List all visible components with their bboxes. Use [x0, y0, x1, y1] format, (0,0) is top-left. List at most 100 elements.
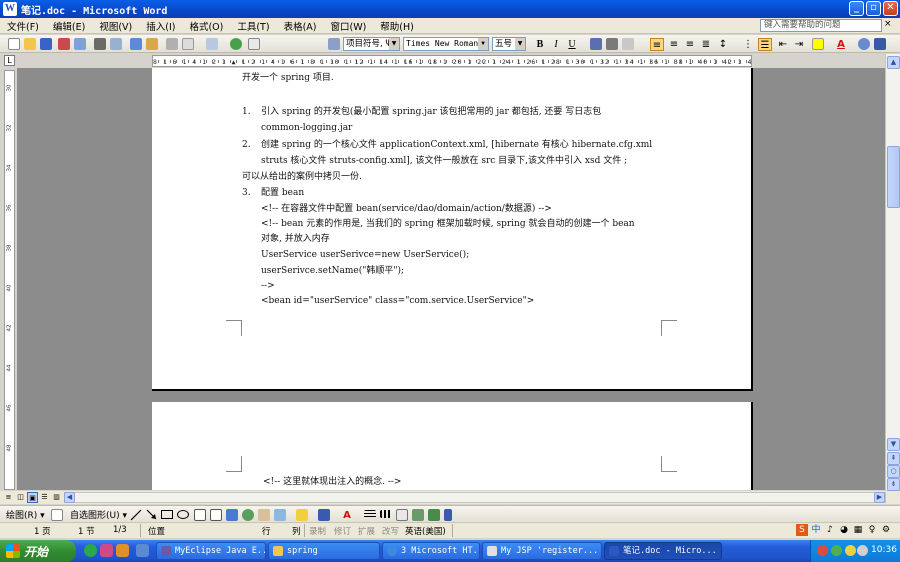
quick-launch-icon[interactable]: [136, 544, 149, 557]
menu-edit[interactable]: 编辑(E): [46, 19, 92, 33]
quick-launch-icon[interactable]: [116, 544, 129, 557]
chevron-down-icon[interactable]: ▼: [389, 38, 399, 50]
reading-view-icon[interactable]: ▥: [51, 492, 62, 503]
scroll-right-icon[interactable]: ▶: [874, 492, 885, 503]
print-view-icon[interactable]: ▣: [27, 492, 38, 503]
print-icon[interactable]: [94, 38, 106, 50]
doc-line[interactable]: <!-- 在容器文件中配置 bean(service/dao/domain/ac…: [261, 203, 552, 215]
picture-icon[interactable]: [274, 509, 286, 521]
maximize-button[interactable]: ▫: [866, 1, 881, 16]
clip-art-icon[interactable]: [258, 509, 270, 521]
quick-launch-icon[interactable]: [100, 544, 113, 557]
draw-menu[interactable]: 绘图(R) ▾: [6, 508, 45, 521]
scroll-thumb[interactable]: [887, 146, 900, 208]
tray-icon[interactable]: [831, 545, 842, 556]
undo-icon[interactable]: [206, 38, 218, 50]
line-icon[interactable]: [130, 509, 142, 521]
tray-icon[interactable]: [817, 545, 828, 556]
open-folder-icon[interactable]: [24, 38, 36, 50]
3d-style-icon[interactable]: [428, 509, 440, 521]
status-extend[interactable]: 扩展: [358, 525, 375, 537]
help-search-input[interactable]: 键入需要帮助的问题: [760, 19, 882, 32]
tray-icon[interactable]: [857, 545, 868, 556]
scroll-up-icon[interactable]: ▲: [887, 56, 900, 69]
page-1[interactable]: 开发一个 spring 项目. 1. 引入 spring 的开发包(最小配置 s…: [152, 68, 753, 391]
doc-line[interactable]: 开发一个 spring 项目.: [242, 72, 334, 84]
doc-line[interactable]: common-logging.jar: [261, 122, 352, 134]
char-border-icon[interactable]: [590, 38, 602, 50]
chevron-down-icon[interactable]: ▼: [478, 38, 488, 50]
numbering-button[interactable]: ⋮: [741, 38, 755, 51]
document-canvas[interactable]: 开发一个 spring 项目. 1. 引入 spring 的开发包(最小配置 s…: [17, 68, 885, 490]
clock[interactable]: 10:36: [871, 545, 897, 555]
toolbar-options-icon[interactable]: [444, 509, 452, 521]
oval-icon[interactable]: [177, 510, 189, 519]
horizontal-ruler[interactable]: 8 1 6 1 4 1 2 1 ▲ 1 2 1 4 1 6 1 8 1 10 1…: [152, 55, 752, 67]
decrease-indent-button[interactable]: ⇤: [776, 38, 790, 51]
status-revise[interactable]: 修订: [334, 525, 351, 537]
menu-table[interactable]: 表格(A): [277, 19, 324, 33]
list-number[interactable]: 2.: [242, 139, 251, 151]
menu-help[interactable]: 帮助(H): [373, 19, 421, 33]
tables-icon[interactable]: [248, 38, 260, 50]
menu-insert[interactable]: 插入(I): [139, 19, 182, 33]
start-button[interactable]: 开始: [0, 540, 76, 562]
arrow-style-icon[interactable]: [396, 509, 408, 521]
underline-button[interactable]: U: [565, 38, 579, 51]
justify-button[interactable]: ≣: [699, 38, 713, 51]
dash-style-icon[interactable]: [380, 510, 392, 518]
normal-view-icon[interactable]: ≡: [3, 492, 14, 503]
research-icon[interactable]: [146, 38, 158, 50]
chinese-mode-icon[interactable]: 中: [810, 524, 822, 536]
task-myeclipse[interactable]: MyEclipse Java E...: [156, 542, 266, 560]
styles-pane-icon[interactable]: [328, 38, 340, 50]
help-close-icon[interactable]: ×: [884, 19, 892, 29]
doc-line[interactable]: <!-- 这里就体现出注入的概念. -->: [263, 476, 401, 488]
bullets-button[interactable]: ☰: [758, 38, 772, 51]
status-record[interactable]: 录制: [309, 525, 326, 537]
minimize-button[interactable]: _: [849, 1, 864, 16]
align-left-button[interactable]: ≡: [650, 38, 664, 51]
bold-button[interactable]: B: [533, 38, 547, 51]
draw-font-color-button[interactable]: A: [340, 509, 354, 522]
task-internet-explorer[interactable]: 3 Microsoft HT...: [382, 542, 480, 560]
fill-color-icon[interactable]: [296, 509, 308, 521]
web-view-icon[interactable]: ◫: [15, 492, 26, 503]
tab-selector[interactable]: L: [4, 55, 15, 66]
autoshapes-menu[interactable]: 自选图形(U) ▾: [70, 508, 127, 521]
wordart-icon[interactable]: [226, 509, 238, 521]
settings-icon[interactable]: ⚙: [880, 524, 892, 536]
rectangle-icon[interactable]: [161, 510, 173, 519]
punctuation-icon[interactable]: ♪: [824, 524, 836, 536]
full-width-icon[interactable]: ◕: [838, 524, 850, 536]
diagram-icon[interactable]: [242, 509, 254, 521]
skin-icon[interactable]: ♀: [866, 524, 878, 536]
line-spacing-button[interactable]: ↕: [716, 38, 730, 51]
list-number[interactable]: 1.: [242, 106, 251, 118]
arrow-icon[interactable]: [146, 509, 158, 521]
font-combo[interactable]: Times New Roman ▼: [403, 37, 489, 51]
quick-launch-icon[interactable]: [84, 544, 97, 557]
char-scale-icon[interactable]: [622, 38, 634, 50]
vertical-scrollbar[interactable]: ▲ ▼ ⇞ ○ ⇟: [885, 54, 900, 491]
doc-line[interactable]: struts 核心文件 struts-config.xml], 该文件一般放在 …: [261, 155, 627, 167]
highlight-icon[interactable]: [812, 38, 824, 50]
font-color-button[interactable]: A: [834, 38, 848, 51]
char-shading-icon[interactable]: [606, 38, 618, 50]
doc-line[interactable]: 配置 bean: [261, 187, 304, 199]
scroll-left-icon[interactable]: ◀: [64, 492, 75, 503]
doc-line[interactable]: <!-- bean 元素的作用是, 当我们的 spring 框架加载时候, sp…: [261, 218, 635, 230]
horizontal-scrollbar[interactable]: ◀ ▶: [64, 492, 886, 503]
increase-indent-button[interactable]: ⇥: [792, 38, 806, 51]
align-center-button[interactable]: ≡: [667, 38, 681, 51]
copy-icon[interactable]: [182, 38, 194, 50]
status-overwrite[interactable]: 改写: [382, 525, 399, 537]
italic-button[interactable]: I: [549, 38, 563, 51]
page-2[interactable]: <!-- 这里就体现出注入的概念. -->: [152, 402, 753, 490]
doc-line[interactable]: -->: [261, 280, 275, 292]
email-icon[interactable]: [74, 38, 86, 50]
doc-line[interactable]: 引入 spring 的开发包(最小配置 spring.jar 该包把常用的 ja…: [261, 106, 601, 118]
list-number[interactable]: 3.: [242, 187, 251, 199]
line-style-icon[interactable]: [364, 510, 376, 518]
browse-object-icon[interactable]: ○: [887, 465, 900, 478]
